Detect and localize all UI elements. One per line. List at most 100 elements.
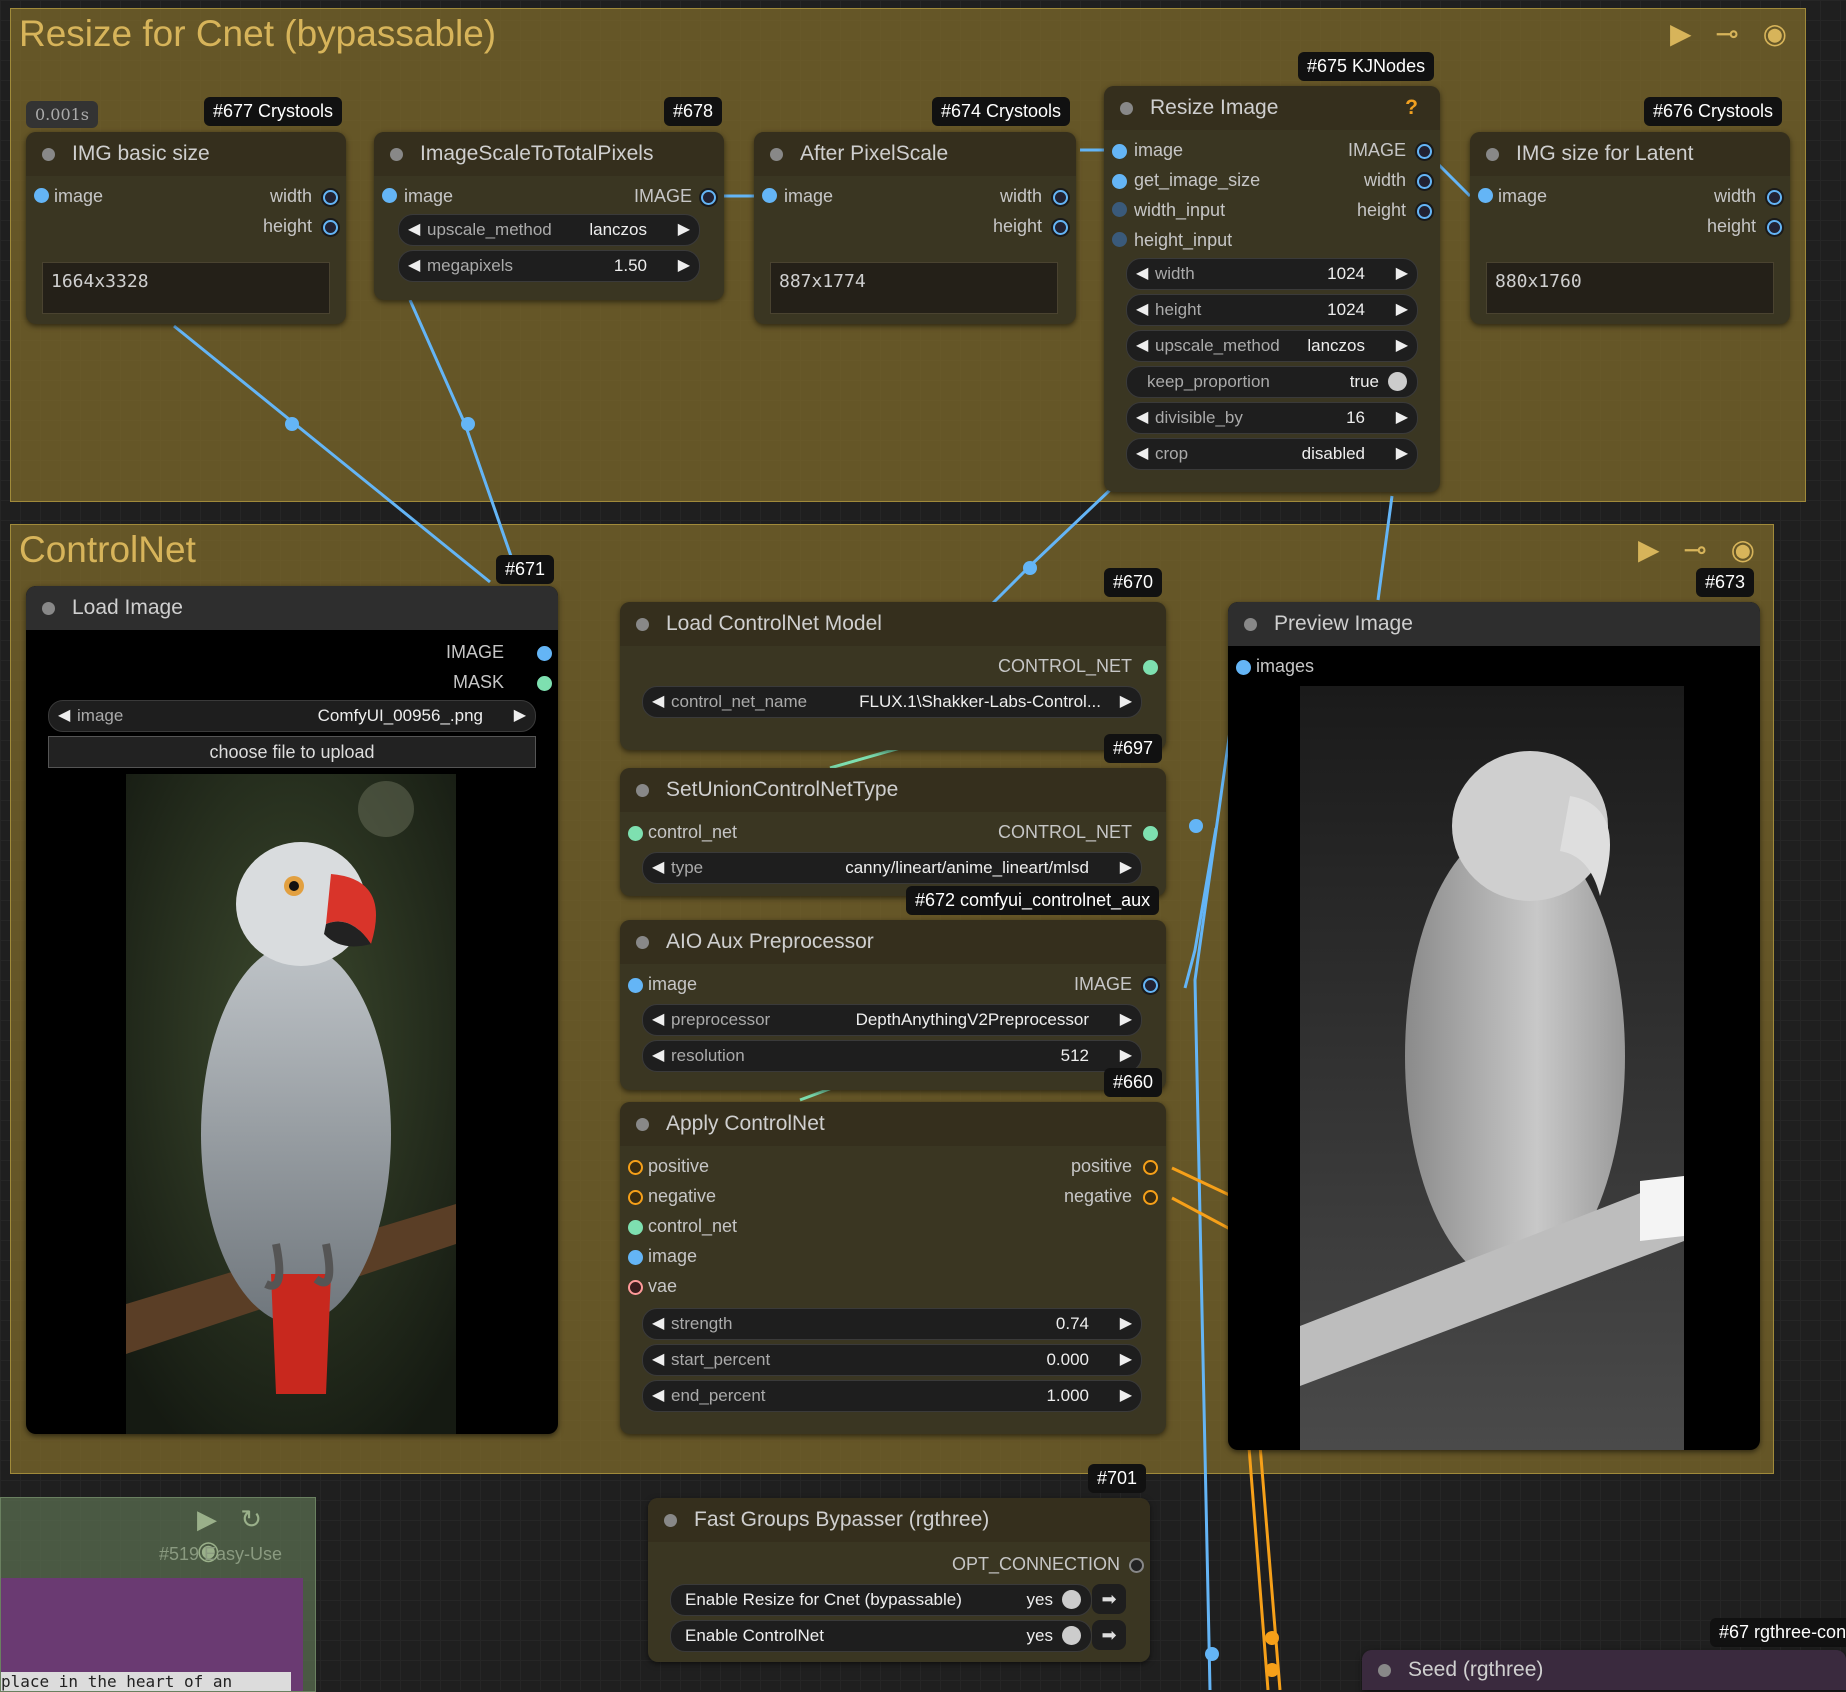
node-image-scale-to-total-pixels[interactable]: ImageScaleToTotalPixels image IMAGE ◀ ups… bbox=[374, 132, 724, 300]
input-slot-image[interactable] bbox=[34, 188, 49, 203]
decrement-arrow[interactable]: ◀ bbox=[408, 251, 420, 281]
increment-arrow[interactable]: ▶ bbox=[1396, 403, 1408, 433]
increment-arrow[interactable]: ▶ bbox=[1120, 1309, 1132, 1339]
number-end-percent[interactable]: ◀ end_percent 1.000 ▶ bbox=[642, 1380, 1142, 1412]
node-img-size-for-latent[interactable]: IMG size for Latent image width height 8… bbox=[1470, 132, 1790, 324]
input-slot-width-input[interactable] bbox=[1112, 202, 1127, 217]
combo-upscale-method[interactable]: ◀ upscale_method lanczos ▶ bbox=[1126, 330, 1418, 362]
increment-arrow[interactable]: ▶ bbox=[1120, 1041, 1132, 1071]
combo-upscale-method[interactable]: ◀ upscale_method lanczos ▶ bbox=[398, 214, 700, 246]
decrement-arrow[interactable]: ◀ bbox=[652, 1381, 664, 1411]
input-slot-image[interactable] bbox=[1478, 188, 1493, 203]
input-slot-image[interactable] bbox=[1112, 144, 1127, 159]
collapse-dot[interactable] bbox=[42, 602, 55, 615]
output-slot-image[interactable] bbox=[1417, 144, 1432, 159]
node-after-pixelscale[interactable]: After PixelScale image width height 887x… bbox=[754, 132, 1076, 324]
output-slot-width[interactable] bbox=[1417, 174, 1432, 189]
output-slot-image[interactable] bbox=[1143, 978, 1158, 993]
input-slot-vae[interactable] bbox=[628, 1280, 643, 1295]
output-slot-positive[interactable] bbox=[1143, 1160, 1158, 1175]
number-width[interactable]: ◀ width 1024 ▶ bbox=[1126, 258, 1418, 290]
number-strength[interactable]: ◀ strength 0.74 ▶ bbox=[642, 1308, 1142, 1340]
increment-arrow[interactable]: ▶ bbox=[1120, 687, 1132, 717]
input-slot-positive[interactable] bbox=[628, 1160, 643, 1175]
decrement-arrow[interactable]: ◀ bbox=[652, 1005, 664, 1035]
node-header[interactable]: Fast Groups Bypasser (rgthree) bbox=[648, 1498, 1150, 1542]
upload-button[interactable]: choose file to upload bbox=[48, 736, 536, 768]
increment-arrow[interactable]: ▶ bbox=[1120, 1381, 1132, 1411]
toggle-knob[interactable] bbox=[1388, 372, 1407, 391]
node-preview-image[interactable]: Preview Image images bbox=[1228, 602, 1760, 1450]
input-slot-images[interactable] bbox=[1236, 660, 1251, 675]
node-aio-aux-preprocessor[interactable]: AIO Aux Preprocessor image IMAGE ◀ prepro… bbox=[620, 920, 1166, 1090]
node-header[interactable]: IMG size for Latent bbox=[1470, 132, 1790, 176]
increment-arrow[interactable]: ▶ bbox=[1120, 1345, 1132, 1375]
node-img-basic-size[interactable]: IMG basic size image width height 1664x3… bbox=[26, 132, 346, 324]
input-slot-control-net[interactable] bbox=[628, 1220, 643, 1235]
collapse-dot[interactable] bbox=[390, 148, 403, 161]
collapse-dot[interactable] bbox=[1120, 102, 1133, 115]
output-slot-width[interactable] bbox=[1767, 190, 1782, 205]
collapse-dot[interactable] bbox=[1378, 1664, 1391, 1677]
increment-arrow[interactable]: ▶ bbox=[1120, 1005, 1132, 1035]
decrement-arrow[interactable]: ◀ bbox=[1136, 259, 1148, 289]
toggle-enable-controlnet-group[interactable]: Enable ControlNet yes bbox=[670, 1620, 1092, 1652]
node-fast-groups-bypasser[interactable]: Fast Groups Bypasser (rgthree) OPT_CONNE… bbox=[648, 1498, 1150, 1662]
decrement-arrow[interactable]: ◀ bbox=[652, 1309, 664, 1339]
decrement-arrow[interactable]: ◀ bbox=[58, 701, 70, 731]
toggle-keep-proportion[interactable]: keep_proportion true bbox=[1126, 366, 1418, 398]
combo-type[interactable]: ◀ type canny/lineart/anime_lineart/mlsd ▶ bbox=[642, 852, 1142, 884]
number-megapixels[interactable]: ◀ megapixels 1.50 ▶ bbox=[398, 250, 700, 282]
output-slot-height[interactable] bbox=[1767, 220, 1782, 235]
output-slot-negative[interactable] bbox=[1143, 1190, 1158, 1205]
node-apply-controlnet[interactable]: Apply ControlNet positive negative contr… bbox=[620, 1102, 1166, 1434]
output-slot-height[interactable] bbox=[1417, 204, 1432, 219]
increment-arrow[interactable]: ▶ bbox=[514, 701, 526, 731]
node-header[interactable]: Seed (rgthree) bbox=[1362, 1650, 1846, 1690]
input-slot-image[interactable] bbox=[762, 188, 777, 203]
number-height[interactable]: ◀ height 1024 ▶ bbox=[1126, 294, 1418, 326]
increment-arrow[interactable]: ▶ bbox=[1120, 853, 1132, 883]
input-slot-image[interactable] bbox=[628, 1250, 643, 1265]
increment-arrow[interactable]: ▶ bbox=[1396, 259, 1408, 289]
input-slot-image[interactable] bbox=[382, 188, 397, 203]
decrement-arrow[interactable]: ◀ bbox=[652, 853, 664, 883]
number-start-percent[interactable]: ◀ start_percent 0.000 ▶ bbox=[642, 1344, 1142, 1376]
output-slot-height[interactable] bbox=[1053, 220, 1068, 235]
increment-arrow[interactable]: ▶ bbox=[1396, 295, 1408, 325]
input-slot-image[interactable] bbox=[628, 978, 643, 993]
toggle-knob[interactable] bbox=[1062, 1626, 1081, 1645]
size-text-output[interactable]: 880x1760 bbox=[1486, 262, 1774, 314]
decrement-arrow[interactable]: ◀ bbox=[1136, 403, 1148, 433]
input-slot-get-image-size[interactable] bbox=[1112, 174, 1127, 189]
increment-arrow[interactable]: ▶ bbox=[678, 251, 690, 281]
collapse-dot[interactable] bbox=[1486, 148, 1499, 161]
collapse-dot[interactable] bbox=[636, 784, 649, 797]
node-load-image[interactable]: Load Image IMAGE MASK ◀ image ComfyUI_0095… bbox=[26, 586, 558, 1434]
collapse-dot[interactable] bbox=[636, 936, 649, 949]
size-text-output[interactable]: 1664x3328 bbox=[42, 262, 330, 314]
node-resize-image[interactable]: Resize Image? image get_image_size width… bbox=[1104, 86, 1440, 492]
node-header[interactable]: AIO Aux Preprocessor bbox=[620, 920, 1166, 964]
decrement-arrow[interactable]: ◀ bbox=[1136, 295, 1148, 325]
number-resolution[interactable]: ◀ resolution 512 ▶ bbox=[642, 1040, 1142, 1072]
node-header[interactable]: IMG basic size bbox=[26, 132, 346, 176]
collapse-dot[interactable] bbox=[664, 1514, 677, 1527]
combo-image-file[interactable]: ◀ image ComfyUI_00956_.png ▶ bbox=[48, 700, 536, 732]
decrement-arrow[interactable]: ◀ bbox=[1136, 331, 1148, 361]
navigate-arrow-icon[interactable]: ➡ bbox=[1092, 1620, 1126, 1650]
collapse-dot[interactable] bbox=[770, 148, 783, 161]
size-text-output[interactable]: 887x1774 bbox=[770, 262, 1058, 314]
decrement-arrow[interactable]: ◀ bbox=[652, 1345, 664, 1375]
node-header[interactable]: Load ControlNet Model bbox=[620, 602, 1166, 646]
decrement-arrow[interactable]: ◀ bbox=[1136, 439, 1148, 469]
collapse-dot[interactable] bbox=[1244, 618, 1257, 631]
decrement-arrow[interactable]: ◀ bbox=[652, 687, 664, 717]
decrement-arrow[interactable]: ◀ bbox=[408, 215, 420, 245]
output-slot-width[interactable] bbox=[323, 190, 338, 205]
collapse-dot[interactable] bbox=[636, 1118, 649, 1131]
node-header[interactable]: ImageScaleToTotalPixels bbox=[374, 132, 724, 176]
combo-preprocessor[interactable]: ◀ preprocessor DepthAnythingV2Preprocessor… bbox=[642, 1004, 1142, 1036]
output-slot-image[interactable] bbox=[701, 190, 716, 205]
increment-arrow[interactable]: ▶ bbox=[1396, 439, 1408, 469]
